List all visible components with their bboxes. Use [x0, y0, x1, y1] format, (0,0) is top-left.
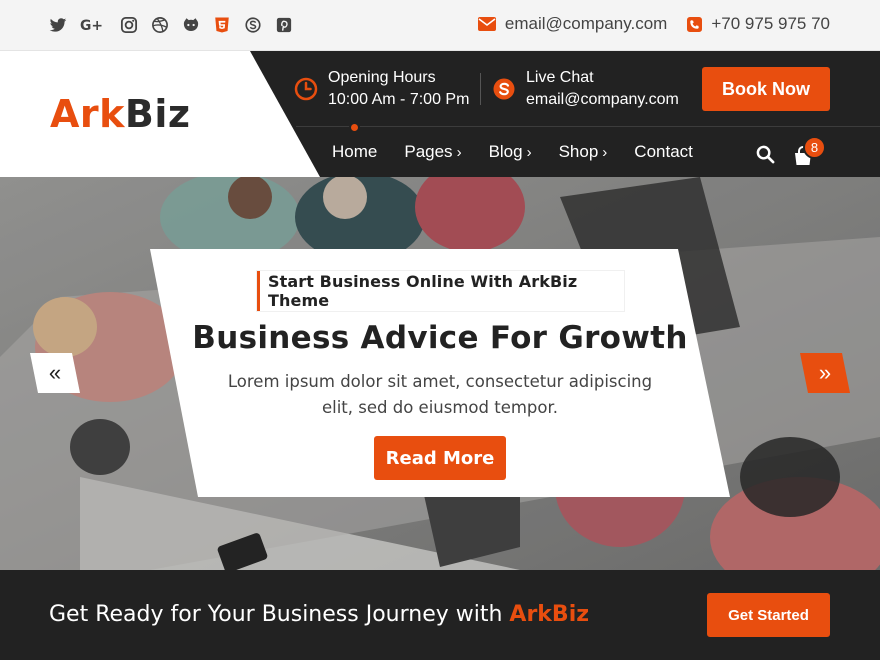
site-logo[interactable]: ArkBiz	[50, 92, 191, 136]
github-icon[interactable]	[181, 15, 200, 34]
main-header: ArkBiz Opening Hours 10:00 Am - 7:00 Pm …	[0, 51, 880, 177]
social-links: G+	[48, 15, 293, 34]
nav-item-contact[interactable]: Contact	[634, 142, 693, 162]
envelope-icon	[477, 17, 496, 31]
cta-text: Get Ready for Your Business Journey with	[49, 602, 510, 627]
nav-item-home[interactable]: Home	[332, 142, 377, 162]
cart-count-badge: 8	[803, 136, 826, 159]
book-now-button[interactable]: Book Now	[702, 67, 830, 111]
hours-label: Opening Hours	[328, 69, 436, 86]
nav-item-label: Pages	[404, 142, 453, 161]
html5-icon[interactable]	[212, 15, 231, 34]
cta-heading: Get Ready for Your Business Journey with…	[49, 602, 589, 627]
search-icon[interactable]	[756, 145, 775, 169]
read-more-button[interactable]: Read More	[374, 436, 506, 480]
top-email[interactable]: email@company.com	[477, 14, 668, 34]
main-nav: Home Pages › Blog › Shop › Contact	[332, 142, 720, 162]
slide-tagline: Start Business Online With ArkBiz Theme	[257, 271, 624, 311]
skype-icon[interactable]	[243, 15, 262, 34]
live-chat[interactable]: Live Chat email@company.com	[492, 67, 679, 111]
slide-description-line: elit, sed do eiusmod tempor.	[321, 398, 558, 417]
phone-icon	[687, 16, 703, 32]
top-phone-text: +70 975 975 70	[711, 14, 830, 33]
get-started-button[interactable]: Get Started	[707, 593, 830, 637]
header-divider	[296, 126, 880, 127]
cta-banner: Get Ready for Your Business Journey with…	[0, 570, 880, 660]
nav-item-pages[interactable]: Pages ›	[404, 142, 461, 162]
nav-item-shop[interactable]: Shop ›	[559, 142, 608, 162]
header-info-divider	[480, 73, 481, 105]
slide-description-line: Lorem ipsum dolor sit amet, consectetur …	[227, 372, 653, 391]
slide-description: Lorem ipsum dolor sit amet, consectetur …	[200, 369, 680, 421]
chat-label: Live Chat	[526, 69, 594, 86]
slider-next-button[interactable]: »	[800, 353, 850, 393]
svg-text:G+: G+	[80, 18, 103, 34]
slide-title: Business Advice For Growth	[192, 320, 688, 356]
opening-hours: Opening Hours 10:00 Am - 7:00 Pm	[294, 67, 469, 111]
slider-prev-button[interactable]: «	[30, 353, 80, 393]
pinterest-icon[interactable]	[274, 15, 293, 34]
top-contact: email@company.com +70 975 975 70	[477, 14, 830, 34]
chat-email: email@company.com	[526, 91, 679, 108]
logo-part-biz: Biz	[124, 92, 191, 136]
clock-icon	[294, 77, 318, 101]
twitter-icon[interactable]	[48, 15, 67, 34]
instagram-icon[interactable]	[119, 15, 138, 34]
double-chevron-left-icon: «	[48, 360, 62, 385]
top-bar: G+ email@company.com +70 975 975 70	[0, 0, 880, 51]
nav-item-blog[interactable]: Blog ›	[489, 142, 532, 162]
skype-icon	[493, 78, 515, 100]
dribbble-icon[interactable]	[150, 15, 169, 34]
cta-brand: ArkBiz	[509, 602, 590, 627]
top-email-text: email@company.com	[504, 14, 668, 33]
nav-item-label: Home	[332, 142, 378, 161]
chevron-right-icon: ›	[526, 143, 532, 161]
chevron-right-icon: ›	[456, 143, 462, 161]
active-nav-indicator	[349, 122, 360, 133]
nav-item-label: Shop	[558, 142, 599, 161]
nav-item-label: Contact	[634, 142, 693, 161]
hours-value: 10:00 Am - 7:00 Pm	[328, 91, 470, 108]
nav-item-label: Blog	[488, 142, 523, 161]
chevron-right-icon: ›	[602, 143, 608, 161]
double-chevron-right-icon: »	[818, 360, 832, 385]
google-plus-icon[interactable]: G+	[79, 15, 107, 34]
logo-part-ark: Ark	[50, 92, 125, 136]
top-phone[interactable]: +70 975 975 70	[687, 14, 830, 34]
